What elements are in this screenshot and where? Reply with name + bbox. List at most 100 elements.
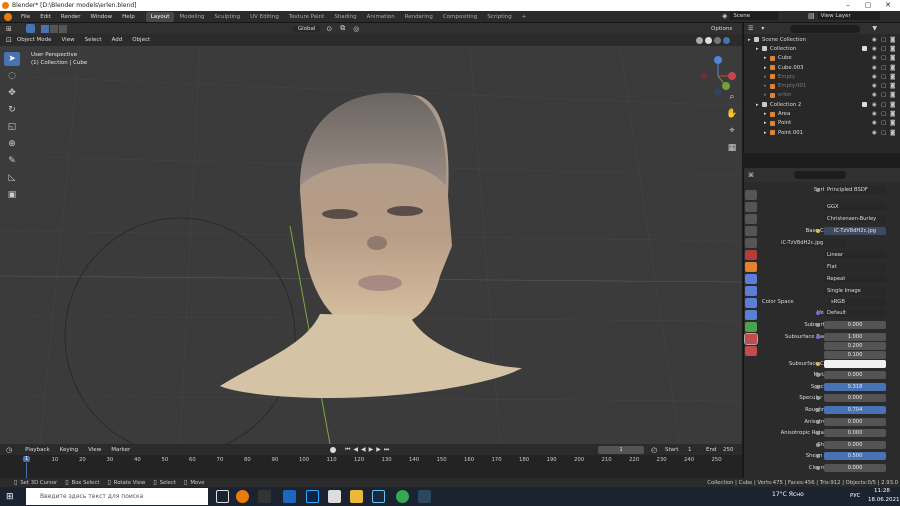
world-tab-icon[interactable]: [745, 250, 757, 260]
transform-tool-icon[interactable]: ⊕: [4, 137, 20, 151]
render-toggle-icon[interactable]: ◙: [890, 46, 895, 52]
outliner-row[interactable]: ▸ Collection 2 ◉ ▢ ◙: [744, 100, 900, 109]
properties-search-input[interactable]: [794, 171, 846, 179]
filter-icon[interactable]: ▼: [872, 25, 877, 32]
socket-dot[interactable]: [816, 334, 820, 339]
outliner-row[interactable]: ▸ Empty.001 ◉ ▢ ◙: [744, 81, 900, 90]
tab-rendering[interactable]: Rendering: [400, 12, 438, 22]
end-frame-field[interactable]: 250: [723, 447, 734, 453]
viewport-toggle-icon[interactable]: ▢: [881, 46, 886, 52]
task-view-icon[interactable]: [216, 490, 229, 503]
select-tool-icon[interactable]: [25, 24, 35, 33]
menu-file[interactable]: File: [16, 14, 35, 20]
subsurface-color-field[interactable]: [824, 359, 886, 368]
interpolation-dropdown[interactable]: Linear: [824, 251, 886, 259]
socket-dot[interactable]: [816, 188, 820, 192]
viewport-toggle-icon[interactable]: ▢: [881, 92, 886, 98]
outliner-item-label[interactable]: Cube: [778, 55, 792, 61]
outliner-row[interactable]: ▸ Cube.003 ◉ ▢ ◙: [744, 63, 900, 72]
socket-dot[interactable]: [816, 442, 820, 447]
cursor-tool-icon[interactable]: ◌: [4, 69, 20, 83]
viewport-toggle-icon[interactable]: ▢: [881, 83, 886, 89]
outliner-row[interactable]: ▸ Cube ◉ ▢ ◙: [744, 54, 900, 63]
visibility-eye-icon[interactable]: ◉: [872, 102, 877, 108]
outliner-filter-dropdown-icon[interactable]: ▾: [761, 25, 764, 32]
minimize-button[interactable]: –: [838, 0, 858, 11]
playhead[interactable]: 1: [23, 456, 31, 462]
outliner-item-label[interactable]: Scene Collection: [762, 37, 806, 43]
outliner-item-label[interactable]: Cube.003: [778, 65, 803, 71]
shading-icons[interactable]: [696, 36, 730, 44]
viewport-menu-view[interactable]: View: [57, 37, 80, 43]
outliner-item-label[interactable]: Point: [778, 120, 791, 126]
checkbox-icon[interactable]: [862, 102, 867, 108]
radius-component-field[interactable]: 0.200: [824, 341, 886, 350]
explorer-icon[interactable]: [283, 490, 296, 503]
photoshop-icon[interactable]: [306, 490, 319, 503]
modifier-tab-icon[interactable]: [745, 274, 757, 284]
windows-start-icon[interactable]: ⊞: [6, 492, 14, 502]
viewport-menu-object[interactable]: Object: [127, 37, 155, 43]
visibility-eye-icon[interactable]: ◉: [872, 55, 877, 61]
viewport-toggle-icon[interactable]: ▢: [881, 74, 886, 80]
outliner-item-label[interactable]: Collection: [770, 46, 796, 52]
material-tab-icon[interactable]: [744, 333, 758, 345]
proportional-edit-icon[interactable]: ◎: [353, 25, 359, 33]
timeline-menu-view[interactable]: View: [83, 447, 106, 453]
tab-add[interactable]: +: [517, 12, 532, 22]
camera-view-icon[interactable]: ⌖: [724, 124, 740, 138]
render-toggle-icon[interactable]: ◙: [890, 65, 895, 71]
menu-render[interactable]: Render: [56, 14, 86, 20]
maximize-button[interactable]: ▢: [858, 0, 878, 11]
outliner-row[interactable]: ▸ Point ◉ ▢ ◙: [744, 119, 900, 128]
render-tab-icon[interactable]: [745, 202, 757, 212]
outliner-type-icon[interactable]: ☰: [748, 25, 753, 32]
zoom-icon[interactable]: ⌕: [724, 90, 740, 104]
source-dropdown[interactable]: Single Image: [824, 287, 886, 295]
pivot-icon[interactable]: ⊙: [326, 25, 332, 33]
subsurface-method-dropdown[interactable]: Christensen-Burley: [824, 215, 886, 223]
outliner-item-label[interactable]: Empty: [778, 74, 795, 80]
current-frame-field[interactable]: 1: [598, 445, 644, 454]
viewport-toggle-icon[interactable]: ▢: [881, 37, 886, 43]
add-cube-tool-icon[interactable]: ▣: [4, 188, 20, 202]
roughness-field[interactable]: 0.704: [824, 406, 886, 414]
visibility-eye-icon[interactable]: ◉: [872, 65, 877, 71]
outliner-item-label[interactable]: Point.001: [778, 130, 803, 136]
outliner-row[interactable]: ▸ Point.001 ◉ ▢ ◙: [744, 128, 900, 137]
rotate-tool-icon[interactable]: ↻: [4, 103, 20, 117]
weather-widget[interactable]: 17°C Ясно: [772, 491, 804, 498]
steam-icon[interactable]: [372, 490, 385, 503]
annotate-tool-icon[interactable]: ✎: [4, 154, 20, 168]
outliner-item-label[interactable]: Area: [778, 111, 790, 117]
menu-window[interactable]: Window: [85, 14, 117, 20]
transform-orientation[interactable]: Global: [292, 25, 321, 32]
socket-dot[interactable]: [816, 408, 820, 412]
record-icon[interactable]: [330, 446, 336, 453]
clock-date[interactable]: 18.06.2021: [868, 497, 900, 503]
menu-edit[interactable]: Edit: [35, 14, 56, 20]
snap-icon[interactable]: ⧉: [340, 24, 345, 33]
timeline-menu-playback[interactable]: Playback: [20, 447, 55, 453]
tool-tab-icon[interactable]: [745, 190, 757, 200]
visibility-eye-icon[interactable]: ◉: [872, 120, 877, 126]
specular-field[interactable]: 0.318: [824, 382, 886, 391]
tab-uv-editing[interactable]: UV Editing: [245, 12, 284, 22]
viewport-toggle-icon[interactable]: ▢: [881, 130, 886, 136]
view-layer-tab-icon[interactable]: [745, 226, 757, 236]
scene-tab-icon[interactable]: [745, 238, 757, 248]
outliner-row[interactable]: ▸ Scene Collection ◉ ▢ ◙: [744, 35, 900, 44]
extension-dropdown[interactable]: Repeat: [824, 275, 886, 283]
outliner-item-label[interactable]: erlen: [778, 92, 792, 98]
viewport-menu-select[interactable]: Select: [80, 37, 107, 43]
scale-tool-icon[interactable]: ◱: [4, 120, 20, 134]
visibility-eye-icon[interactable]: ◉: [872, 46, 877, 52]
chrome-icon[interactable]: [396, 490, 409, 503]
render-toggle-icon[interactable]: ◙: [890, 130, 895, 136]
specular-tint-field[interactable]: 0.000: [824, 394, 886, 403]
tab-scripting[interactable]: Scripting: [482, 12, 516, 22]
socket-dot[interactable]: [816, 229, 820, 233]
blender-menu-icon[interactable]: [4, 12, 12, 21]
render-toggle-icon[interactable]: ◙: [890, 111, 895, 117]
render-toggle-icon[interactable]: ◙: [890, 120, 895, 126]
